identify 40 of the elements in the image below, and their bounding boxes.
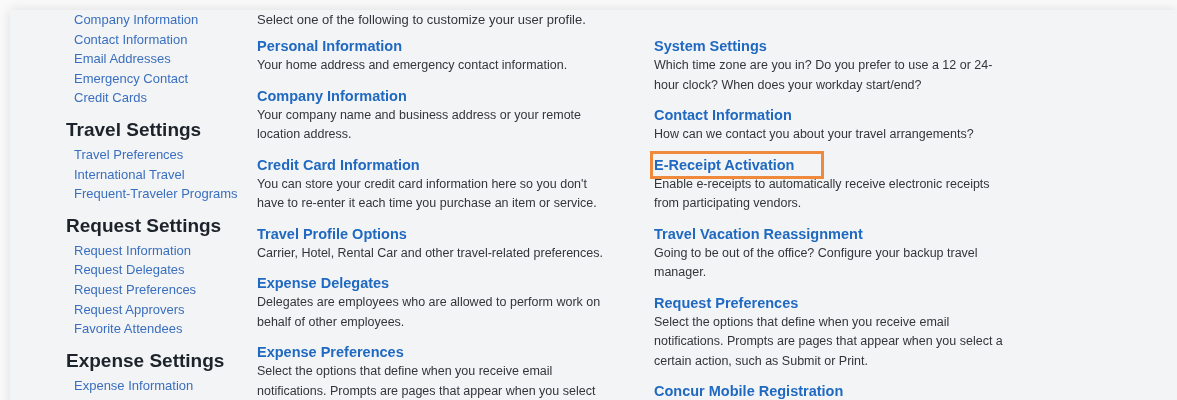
sidebar-link[interactable]: Contact Information: [66, 29, 188, 50]
sidebar-link[interactable]: Frequent-Traveler Programs: [66, 184, 238, 204]
setting-description: Select the options that define when you receive email notifications. Prompts are pages that appear when you select a certain action, such as Submit or Print.: [654, 313, 1004, 370]
sidebar-link[interactable]: Expense Information: [66, 375, 194, 396]
setting-description: Delegates are employees who are allowed to perform work on behalf of other employees.: [257, 294, 602, 331]
settings-link[interactable]: Request Preferences: [654, 292, 799, 313]
sidebar-link[interactable]: Request Preferences: [66, 279, 197, 300]
settings-link[interactable]: System Settings: [654, 36, 767, 56]
settings-link[interactable]: Company Information: [257, 85, 407, 106]
settings-link[interactable]: Travel Profile Options: [257, 223, 407, 244]
settings-link[interactable]: Credit Card Information: [257, 154, 420, 175]
setting-description: Your home address and emergency contact information.: [257, 57, 569, 74]
setting-description: How can we contact you about your travel arrangements?: [654, 126, 975, 143]
sidebar-link[interactable]: Company Information: [66, 10, 199, 30]
setting-description: Your company name and business address or your remote location address.: [257, 106, 583, 143]
section-heading: Request Settings: [66, 213, 223, 238]
sidebar-link[interactable]: Emergency Contact: [66, 68, 189, 89]
sidebar-link[interactable]: Favorite Attendees: [66, 319, 183, 339]
sidebar-link[interactable]: Email Addresses: [66, 49, 171, 69]
setting-description: Select the options that define when you receive email notifications. Prompts are pages that appear when you select: [257, 363, 597, 400]
setting-description: Enable e-receipts to automatically receive electronic receipts from participating vendors.: [654, 175, 991, 212]
intro-text: Select one of the following to customize your user profile.: [257, 11, 587, 29]
setting-description: You can store your credit card information here so you don't have to re-enter it each time you purchase an item or service.: [257, 175, 598, 212]
section-heading: Expense Settings: [66, 348, 226, 373]
settings-link[interactable]: Expense Delegates: [257, 273, 390, 293]
setting-description: Going to be out of the office? Configure your backup travel manager.: [654, 244, 979, 281]
setting-description: Which time zone are you in? Do you prefer to use a 12 or 24-hour clock? When does your workday start/end?: [654, 57, 994, 94]
sidebar-link[interactable]: Request Approvers: [66, 299, 185, 320]
setting-description: Carrier, Hotel, Rental Car and other travel-related preferences.: [257, 244, 604, 262]
sidebar-link[interactable]: International Travel: [66, 164, 185, 185]
settings-link[interactable]: Personal Information: [257, 36, 403, 56]
settings-link[interactable]: Travel Vacation Reassignment: [654, 223, 863, 244]
sidebar-link[interactable]: Request Delegates: [66, 260, 185, 280]
settings-link[interactable]: Contact Information: [654, 105, 792, 125]
sidebar-link[interactable]: Travel Preferences: [66, 144, 184, 165]
settings-link[interactable]: Expense Preferences: [257, 342, 404, 362]
sidebar-link[interactable]: Request Information: [66, 240, 192, 261]
settings-link[interactable]: Concur Mobile Registration: [654, 381, 844, 400]
section-heading: Travel Settings: [66, 117, 203, 142]
sidebar-link[interactable]: Credit Cards: [66, 88, 147, 108]
